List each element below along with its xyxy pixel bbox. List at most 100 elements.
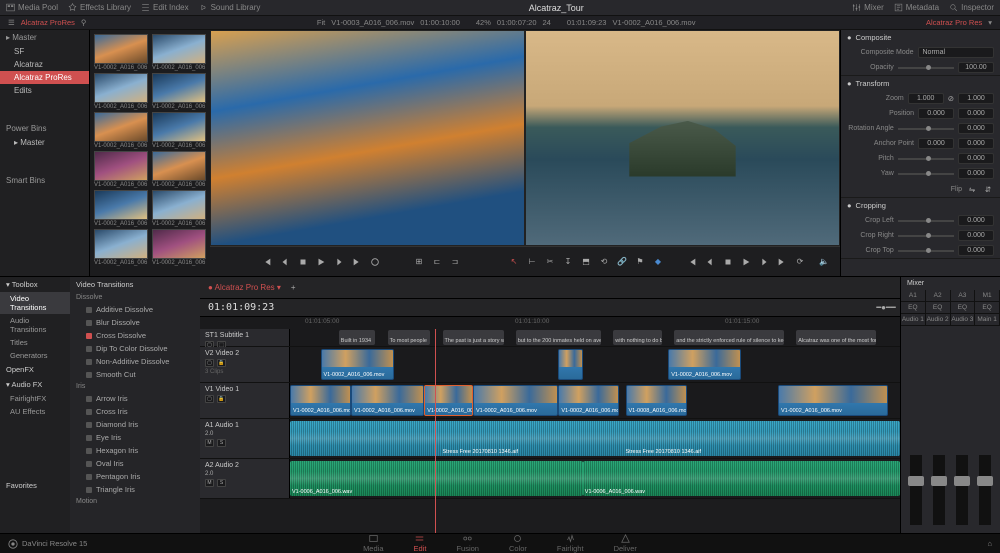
media-pool-toggle[interactable]: Media Pool [6,3,58,12]
fx-item[interactable]: Cross Dissolve [70,329,200,342]
mixer-channel-m1[interactable]: M1 [975,290,1000,301]
cropping-section-header[interactable]: ● Cropping [841,198,1000,213]
mark-in-icon[interactable]: ⊏ [431,256,443,268]
volume-icon[interactable]: 🔈 [818,256,830,268]
audiofx-header[interactable]: ▾ Audio FX [0,377,70,392]
metadata-toggle[interactable]: Metadata [894,3,939,12]
pitch-value[interactable]: 0.000 [958,153,994,164]
next-clip-button[interactable] [351,256,363,268]
fx-video-transitions[interactable]: Video Transitions [0,292,70,314]
fx-item[interactable]: Non-Additive Dissolve [70,355,200,368]
page-deliver[interactable]: Deliver [614,534,637,553]
openfx-header[interactable]: OpenFX [0,362,70,377]
crop-right-slider[interactable] [898,235,954,237]
effects-library-toggle[interactable]: Effects Library [68,3,131,12]
list-view-icon[interactable]: ☰ [8,18,15,27]
opacity-slider[interactable] [898,67,954,69]
loop-button[interactable] [369,256,381,268]
clip-thumbnail[interactable]: V1-0002_A016_006… [152,34,206,71]
crop-top-value[interactable]: 0.000 [958,245,994,256]
fx-item[interactable]: Arrow Iris [70,392,200,405]
fader-a2[interactable] [933,455,945,525]
prev-edit-button[interactable] [686,256,698,268]
crop-right-value[interactable]: 0.000 [958,230,994,241]
pitch-slider[interactable] [898,158,954,160]
sound-library-toggle[interactable]: Sound Library [199,3,261,12]
composite-mode-dropdown[interactable]: Normal [918,47,995,58]
fx-item[interactable]: Oval Iris [70,457,200,470]
link-icon[interactable]: ⊘ [948,94,954,103]
fx-item[interactable]: Pentagon Iris [70,470,200,483]
flip-h-button[interactable]: ⇋ [966,183,978,195]
fader-m1[interactable] [979,455,991,525]
trim-tool-icon[interactable]: ⊢ [526,256,538,268]
fader-a3[interactable] [956,455,968,525]
position-y-value[interactable]: 0.000 [958,108,994,119]
timeline-audio-clip[interactable]: Stress Free 20170810 1346.aifStress Free… [290,421,900,456]
match-frame-icon[interactable]: ⊞ [413,256,425,268]
timeline-audio-clip[interactable]: V1-0006_A016_006.wav [583,461,900,496]
overwrite-icon[interactable]: ⬒ [580,256,592,268]
page-fusion[interactable]: Fusion [456,534,479,553]
anchor-x-value[interactable]: 0.000 [918,138,954,149]
track-lock-button[interactable]: 🔒 [217,359,226,367]
bin-alcatraz[interactable]: Alcatraz [0,58,89,71]
next-edit-button[interactable] [776,256,788,268]
rotation-slider[interactable] [898,128,954,130]
bin-alcatraz-prores[interactable]: Alcatraz ProRes [0,71,89,84]
yaw-slider[interactable] [898,173,954,175]
clip-thumbnail[interactable]: V1-0002_A016_006… [152,73,206,110]
smart-bins-header[interactable]: Smart Bins [0,173,89,188]
play-button[interactable] [740,256,752,268]
flag-icon[interactable]: ⚑ [634,256,646,268]
opacity-value[interactable]: 100.00 [958,62,994,73]
clip-thumbnail[interactable]: V1-0002_A016_006… [94,73,148,110]
favorites-header[interactable]: Favorites [0,478,70,493]
mixer-channel-a1[interactable]: A1 [901,290,926,301]
timeline-clip[interactable]: V1-0002_A016_006.mov [473,385,558,416]
clip-thumbnail[interactable]: V1-0002_A016_006… [94,112,148,149]
inspector-toggle[interactable]: Inspector [949,3,994,12]
zoom-x-value[interactable]: 1.000 [908,93,944,104]
home-button[interactable]: ⌂ [987,539,992,548]
timeline-clip[interactable] [558,349,582,380]
step-fwd-button[interactable] [333,256,345,268]
fx-item[interactable]: Smooth Cut [70,368,200,381]
prev-clip-button[interactable] [261,256,273,268]
chevron-down-icon[interactable]: ▾ [988,18,992,27]
crop-top-slider[interactable] [898,250,954,252]
crop-left-slider[interactable] [898,220,954,222]
clip-thumbnail[interactable]: V1-0002_A016_006… [152,151,206,188]
clip-thumbnail[interactable]: V1-0002_A016_006… [152,190,206,227]
page-media[interactable]: Media [363,534,383,553]
fx-item[interactable]: Cross Iris [70,405,200,418]
page-edit[interactable]: Edit [414,534,427,553]
insert-icon[interactable]: ↧ [562,256,574,268]
track-mute-button[interactable]: M [205,439,214,447]
fx-au-effects[interactable]: AU Effects [0,405,70,418]
track-solo-button[interactable]: S [217,439,226,447]
page-color[interactable]: Color [509,534,527,553]
step-back-button[interactable] [279,256,291,268]
step-back-button[interactable] [704,256,716,268]
mark-out-icon[interactable]: ⊐ [449,256,461,268]
link-icon[interactable]: 🔗 [616,256,628,268]
bin-edits[interactable]: Edits [0,84,89,97]
track-lock-button[interactable]: 🔒 [217,395,226,403]
marker-icon[interactable]: ◆ [652,256,664,268]
stop-button[interactable] [722,256,734,268]
fx-item[interactable]: Additive Dissolve [70,303,200,316]
flip-v-button[interactable]: ⇵ [982,183,994,195]
position-x-value[interactable]: 0.000 [918,108,954,119]
zoom-slider[interactable]: ━●━━ [880,302,892,314]
timeline-audio-clip[interactable]: V1-0006_A016_006.wav [290,461,583,496]
crop-left-value[interactable]: 0.000 [958,215,994,226]
transform-section-header[interactable]: ● Transform [841,76,1000,91]
fx-titles[interactable]: Titles [0,336,70,349]
zoom-percent[interactable]: 42% [476,18,491,27]
mixer-channel-a2[interactable]: A2 [926,290,951,301]
timeline-clip-selected[interactable]: V1-0002_A016_006… [424,385,473,416]
timeline-clip[interactable]: V1-0002_A016_006.mov [290,385,351,416]
step-fwd-button[interactable] [758,256,770,268]
yaw-value[interactable]: 0.000 [958,168,994,179]
